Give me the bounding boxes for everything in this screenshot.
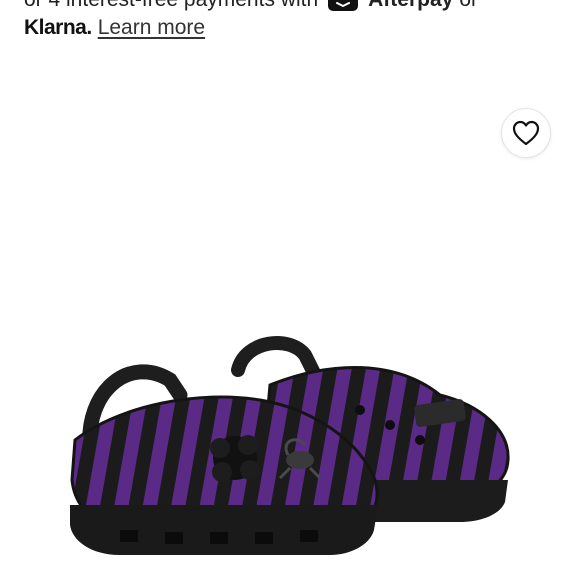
product-image (70, 336, 510, 555)
klarna-line: Klarna. Learn more (24, 16, 205, 40)
heart-outline-icon (512, 120, 540, 146)
afterpay-label: Afterpay (368, 0, 453, 12)
learn-more-link[interactable]: Learn more (98, 16, 205, 40)
flower-charm (210, 435, 260, 482)
favorite-button[interactable] (501, 108, 551, 158)
installments-text: or 4 interest-free payments with (24, 0, 318, 12)
or-text: or (459, 0, 478, 12)
klarna-logo: Klarna. (24, 16, 92, 39)
afterpay-arrows-icon (328, 0, 359, 11)
payment-installments-line: or 4 interest-free payments with Afterpa… (24, 0, 478, 12)
